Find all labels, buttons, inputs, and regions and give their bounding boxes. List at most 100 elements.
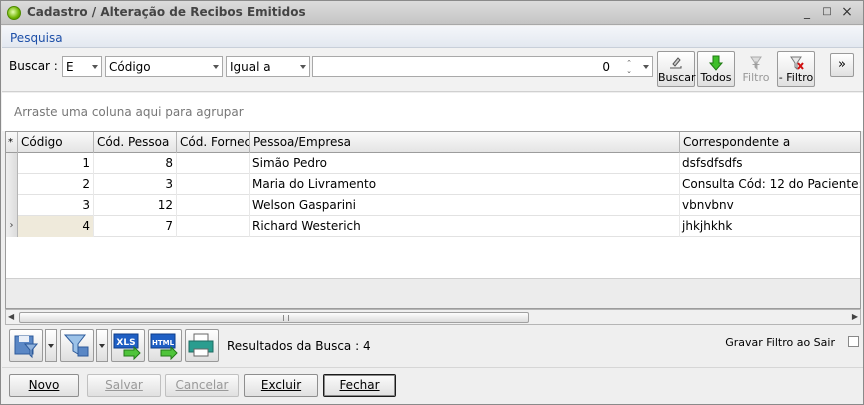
filter-remove-icon [790,56,804,71]
gravar-filtro-checkbox[interactable] [848,336,859,347]
search-toolbar: Buscar : E Código Igual a 0 ⌃ ⌄ Buscar T… [2,48,863,92]
cell-correspondente[interactable]: dsfsdfsdfs [680,153,860,174]
operator-select-value: Igual a [230,60,271,74]
save-filter-button[interactable] [9,329,43,362]
table-row-selected[interactable]: › 4 7 Richard Westerich jhkjhkhk [6,216,860,237]
field-select[interactable]: Código [105,56,223,77]
salvar-button[interactable]: Salvar [87,374,161,397]
cell-cod-fornec[interactable] [177,216,250,237]
title-bar: Cadastro / Alteração de Recibos Emitidos… [1,1,863,25]
grid-footer [6,278,860,308]
cell-cod-fornec[interactable] [177,174,250,195]
chevron-down-icon[interactable] [643,65,649,69]
grip-icon [283,315,289,321]
results-grid: * Código Cód. Pessoa Cód. Fornec Pessoa/… [5,131,861,309]
results-count: Resultados da Busca : 4 [227,339,371,353]
html-export-icon: HTML [150,333,178,361]
export-xls-button[interactable]: XLS [111,329,145,362]
row-indicator [6,174,18,195]
current-row-indicator: › [6,216,18,237]
column-header-pessoa[interactable]: Pessoa/Empresa [250,132,680,153]
collapse-button[interactable]: » [830,53,854,77]
window: Cadastro / Alteração de Recibos Emitidos… [0,0,864,405]
export-html-button[interactable]: HTML [148,329,182,362]
spin-up-icon[interactable]: ⌃ [624,59,634,67]
minimize-button[interactable]: _ [799,4,815,20]
field-select-value: Código [109,60,151,74]
search-section-title: Pesquisa [10,31,63,45]
maximize-button[interactable]: □ [819,4,835,20]
cancelar-button[interactable]: Cancelar [165,374,239,397]
cell-cod-pessoa[interactable]: 12 [94,195,177,216]
cell-codigo[interactable]: 2 [18,174,94,195]
table-row[interactable]: 1 8 Simão Pedro dsfsdfsdfs [6,153,860,174]
chevron-down-icon [92,65,98,69]
grid-header: * Código Cód. Pessoa Cód. Fornec Pessoa/… [6,132,860,153]
table-row[interactable]: 2 3 Maria do Livramento Consulta Cód: 12… [6,174,860,195]
search-section-header[interactable]: Pesquisa [2,26,863,48]
search-value-text: 0 [602,60,610,74]
buscar-button-label: Buscar [658,71,696,84]
filter-icon [63,334,89,357]
cell-cod-pessoa[interactable]: 7 [94,216,177,237]
excluir-button[interactable]: Excluir [244,374,318,397]
cell-codigo[interactable]: 3 [18,195,94,216]
arrow-down-icon [708,55,724,71]
bottom-toolbar: XLS HTML Resultados da Busca : 4 Gravar … [5,329,861,365]
cell-cod-fornec[interactable] [177,153,250,174]
scroll-thumb[interactable] [19,312,529,323]
row-indicator [6,195,18,216]
column-header-correspondente[interactable]: Correspondente a [680,132,860,153]
close-button[interactable]: × [839,4,855,20]
table-row[interactable]: 3 12 Welson Gasparini vbnvbnv [6,195,860,216]
search-icon [670,57,682,69]
print-button[interactable] [185,329,219,362]
app-logo-icon [7,6,21,20]
cell-cod-pessoa[interactable]: 8 [94,153,177,174]
buscar-label: Buscar : [9,59,58,73]
cell-pessoa[interactable]: Simão Pedro [250,153,680,174]
gravar-filtro-label: Gravar Filtro ao Sair [725,336,835,349]
cell-cod-fornec[interactable] [177,195,250,216]
chevron-down-icon [300,65,306,69]
cell-codigo[interactable]: 1 [18,153,94,174]
column-header-cod-fornec[interactable]: Cód. Fornec [177,132,250,153]
window-title: Cadastro / Alteração de Recibos Emitidos [27,5,306,19]
cell-pessoa[interactable]: Welson Gasparini [250,195,680,216]
add-filter-button-label: + Filtro [742,58,770,84]
horizontal-scrollbar[interactable]: ◀ ▶ [5,309,861,325]
double-chevron-icon: » [838,57,846,72]
remove-filter-button[interactable]: - Filtro [777,51,815,87]
cell-correspondente[interactable]: vbnvbnv [680,195,860,216]
logic-select-value: E [66,60,74,74]
fechar-button[interactable]: Fechar [323,374,396,397]
cell-correspondente[interactable]: Consulta Cód: 12 do Paciente: M [680,174,860,195]
load-filter-button[interactable] [60,329,94,362]
row-indicator [6,153,18,174]
spin-down-icon[interactable]: ⌄ [624,67,634,75]
column-header-cod-pessoa[interactable]: Cód. Pessoa [94,132,177,153]
save-filter-icon [14,335,39,359]
xls-export-icon: XLS [113,333,141,361]
cell-cod-pessoa[interactable]: 3 [94,174,177,195]
scroll-right-icon[interactable]: ▶ [852,312,858,321]
row-indicator-header[interactable]: * [6,132,18,153]
logic-select[interactable]: E [62,56,102,77]
buscar-button[interactable]: Buscar [657,51,696,87]
svg-text:XLS: XLS [116,338,135,348]
todos-button[interactable]: Todos [697,51,735,87]
operator-select[interactable]: Igual a [226,56,310,77]
novo-button[interactable]: Novo [9,374,79,397]
load-filter-dropdown[interactable] [96,329,108,362]
column-header-codigo[interactable]: Código [18,132,94,153]
cell-pessoa[interactable]: Maria do Livramento [250,174,680,195]
search-value-input[interactable]: 0 ⌃ ⌄ [312,56,653,77]
cell-correspondente[interactable]: jhkjhkhk [680,216,860,237]
cell-codigo[interactable]: 4 [18,216,94,237]
cell-pessoa[interactable]: Richard Westerich [250,216,680,237]
save-filter-dropdown[interactable] [45,329,57,362]
group-by-area[interactable]: Arraste uma coluna aqui para agrupar [2,93,863,131]
chevron-down-icon [213,65,219,69]
add-filter-button[interactable]: + Filtro [737,51,775,87]
scroll-left-icon[interactable]: ◀ [8,312,14,321]
